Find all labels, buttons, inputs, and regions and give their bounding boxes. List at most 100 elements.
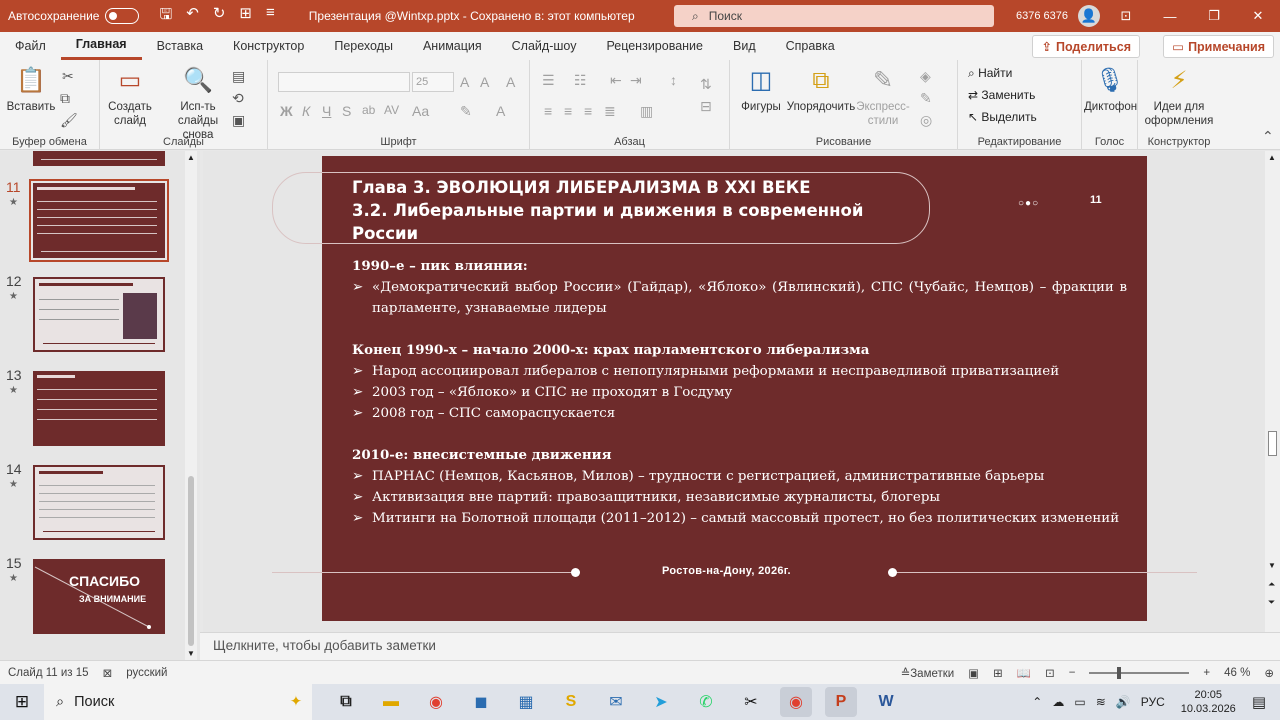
strikethrough-icon[interactable]: S	[342, 103, 351, 119]
text-direction-icon[interactable]: ⇅	[700, 76, 712, 93]
previous-slide-icon[interactable]: ⏶	[1268, 579, 1275, 590]
reuse-slides-button[interactable]: 🔍 Исп-ть слайды снова	[166, 66, 230, 142]
task-view-icon[interactable]: ⧉	[330, 687, 362, 717]
tab-design[interactable]: Конструктор	[218, 32, 319, 60]
zoom-slider[interactable]	[1089, 667, 1190, 679]
tab-animations[interactable]: Анимация	[408, 32, 497, 60]
show-hidden-icon[interactable]: ⌃	[1032, 695, 1042, 709]
slide-thumbnail-10[interactable]	[33, 151, 165, 166]
replace-button[interactable]: ⇄ Заменить	[968, 88, 1035, 102]
language-indicator[interactable]: русский	[126, 667, 167, 679]
control-panel-icon[interactable]: ▦	[510, 687, 542, 717]
clock[interactable]: 20:05 10.03.2026	[1181, 688, 1236, 716]
document-title[interactable]: Презентация @Wintxp.pptx - Сохранено в: …	[309, 9, 635, 23]
quick-styles-button[interactable]: ✎ Экспресс-стили	[854, 66, 912, 128]
numbering-icon[interactable]: ☷	[574, 72, 587, 89]
scroll-down-icon[interactable]: ▼	[187, 649, 195, 658]
maximize-icon[interactable]: ❐	[1192, 0, 1236, 32]
shapes-button[interactable]: ◫ Фигуры	[738, 66, 784, 114]
columns-icon[interactable]: ▥	[640, 103, 653, 120]
font-name-field[interactable]	[278, 72, 410, 92]
volume-icon[interactable]: 🔊	[1116, 695, 1131, 709]
slide-content[interactable]: 1990–е – пик влияния: «Демократический в…	[352, 256, 1127, 529]
format-painter-icon[interactable]: 🖌	[60, 112, 78, 129]
bullets-icon[interactable]: ☰	[542, 72, 555, 89]
copy-icon[interactable]: ⧉	[60, 90, 70, 107]
outlook-icon[interactable]: ✉	[600, 687, 632, 717]
normal-view-icon[interactable]: ▣	[968, 666, 979, 680]
slide-canvas[interactable]: Глава 3. ЭВОЛЮЦИЯ ЛИБЕРАЛИЗМА В XXI ВЕКЕ…	[272, 156, 1197, 621]
zoom-out-icon[interactable]: −	[1069, 667, 1076, 679]
highlight-icon[interactable]: ✎	[460, 103, 472, 120]
share-button[interactable]: ⇪ Поделиться	[1032, 35, 1140, 58]
reading-view-icon[interactable]: 📖	[1017, 666, 1031, 680]
section-icon[interactable]: ▣	[232, 112, 245, 129]
slideshow-view-icon[interactable]: ⊡	[1045, 666, 1055, 680]
cut-icon[interactable]: ✂	[62, 68, 74, 85]
windows-start-icon[interactable]: ⊞	[0, 684, 44, 720]
align-text-icon[interactable]: ⊟	[700, 98, 712, 115]
capcut-icon[interactable]: ✂	[735, 687, 767, 717]
italic-icon[interactable]: К	[302, 103, 310, 119]
chrome-icon[interactable]: ◉	[420, 687, 452, 717]
thumbnails-scrollbar[interactable]: ▲ ▼	[185, 151, 197, 660]
align-right-icon[interactable]: ≡	[584, 103, 592, 119]
change-case-icon[interactable]: Aa	[412, 103, 429, 119]
search-box[interactable]: ⌕ Поиск	[674, 5, 994, 27]
justify-icon[interactable]: ≣	[604, 103, 616, 120]
autosave-toggle[interactable]	[105, 8, 140, 24]
fit-slide-icon[interactable]: ⊕	[1264, 666, 1274, 680]
tab-help[interactable]: Справка	[771, 32, 850, 60]
increase-indent-icon[interactable]: ⇥	[630, 72, 642, 89]
word-icon[interactable]: W	[870, 687, 902, 717]
close-icon[interactable]: ✕	[1236, 0, 1280, 32]
customize-icon[interactable]: ≡	[266, 4, 275, 29]
scroll-up-icon[interactable]: ▲	[1268, 153, 1276, 162]
paste-button[interactable]: 📋 Вставить	[6, 66, 56, 114]
whatsapp-icon[interactable]: ✆	[690, 687, 722, 717]
comments-button[interactable]: ▭ Примечания	[1163, 35, 1274, 58]
char-spacing-icon[interactable]: ab	[362, 103, 375, 117]
store-icon[interactable]: ◼	[465, 687, 497, 717]
editor-scrollbar[interactable]: ▲ ▼ ⏶ ⏷	[1265, 151, 1280, 632]
scrollbar-thumb[interactable]	[1268, 431, 1277, 456]
save-icon[interactable]: 🖫	[159, 4, 172, 29]
bold-icon[interactable]: Ж	[280, 103, 293, 119]
align-center-icon[interactable]: ≡	[564, 103, 572, 119]
shrink-font-icon[interactable]: A	[480, 74, 489, 90]
notes-toggle[interactable]: ≙Заметки	[901, 666, 955, 680]
user-account[interactable]: 6376 6376 👤	[1016, 0, 1100, 32]
taskbar-search[interactable]: ⌕ Поиск ✦	[44, 684, 312, 720]
accessibility-icon[interactable]: ⊠	[103, 666, 113, 680]
slide-thumbnail-12[interactable]	[33, 277, 165, 352]
telegram-icon[interactable]: ➤	[645, 687, 677, 717]
undo-icon[interactable]: ↶	[186, 4, 199, 29]
font-size-field[interactable]: 25	[412, 72, 454, 92]
layout-icon[interactable]: ▤	[232, 68, 245, 85]
scrollbar-thumb[interactable]	[188, 476, 194, 646]
input-language[interactable]: РУС	[1141, 695, 1165, 709]
shape-outline-icon[interactable]: ✎	[920, 90, 932, 107]
tab-view[interactable]: Вид	[718, 32, 771, 60]
tab-file[interactable]: Файл	[0, 32, 61, 60]
clear-format-icon[interactable]: A	[506, 74, 515, 90]
scroll-up-icon[interactable]: ▲	[187, 153, 195, 162]
notes-pane[interactable]: Щелкните, чтобы добавить заметки	[200, 632, 1280, 660]
tab-slideshow[interactable]: Слайд-шоу	[497, 32, 592, 60]
slide-title[interactable]: Глава 3. ЭВОЛЮЦИЯ ЛИБЕРАЛИЗМА В XXI ВЕКЕ…	[352, 176, 922, 245]
slide-thumbnail-13[interactable]	[33, 371, 165, 446]
scroll-down-icon[interactable]: ▼	[1268, 561, 1276, 570]
tab-review[interactable]: Рецензирование	[591, 32, 718, 60]
shape-effects-icon[interactable]: ◎	[920, 112, 932, 129]
sublime-icon[interactable]: S	[555, 687, 587, 717]
slide-thumbnail-11[interactable]	[29, 179, 169, 262]
presentation-icon[interactable]: ⊞	[239, 4, 252, 29]
line-spacing-icon[interactable]: ↕	[670, 72, 677, 88]
zoom-level[interactable]: 46 %	[1224, 667, 1250, 679]
new-slide-button[interactable]: ▭ Создать слайд	[106, 66, 154, 128]
shape-fill-icon[interactable]: ◈	[920, 68, 931, 85]
onedrive-icon[interactable]: ☁	[1052, 695, 1064, 709]
chrome-active-icon[interactable]: ◉	[780, 687, 812, 717]
powerpoint-icon[interactable]: P	[825, 687, 857, 717]
collapse-ribbon-icon[interactable]: ⌃	[1262, 128, 1274, 145]
